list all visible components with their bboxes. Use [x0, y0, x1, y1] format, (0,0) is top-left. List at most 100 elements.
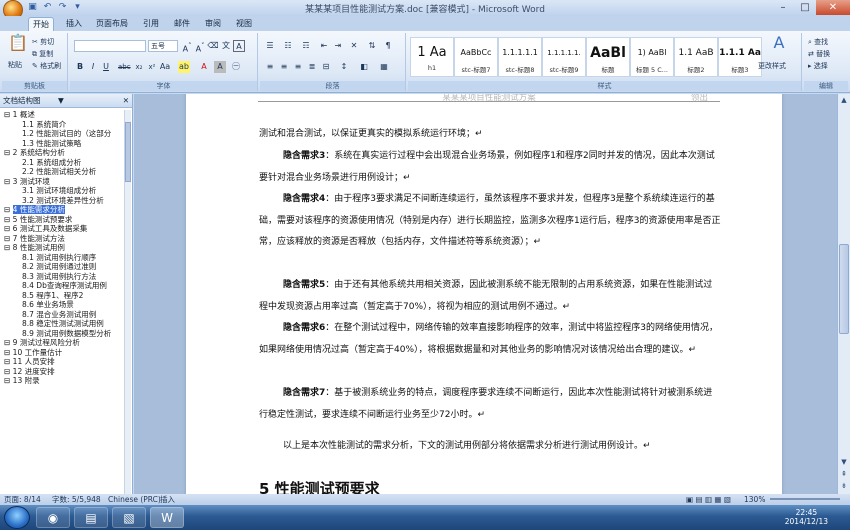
docmap-item[interactable]: ⊟ 6 测试工具及数据采集	[0, 224, 124, 234]
collapse-icon[interactable]: ⊟	[4, 357, 13, 366]
docmap-item[interactable]: 8.9 测试用例数据模型分析	[0, 329, 124, 339]
view-buttons[interactable]: ▣ ▤ ▥ ▦ ▧	[686, 494, 731, 505]
italic-icon[interactable]: I	[87, 61, 99, 73]
tab-mailings[interactable]: 邮件	[170, 17, 194, 31]
docmap-item[interactable]: 8.3 测试用例执行方法	[0, 272, 124, 282]
word-count[interactable]: 字数: 5/5,948	[52, 494, 101, 505]
enclose-char-icon[interactable]: ㊀	[230, 61, 242, 73]
char-shading-icon[interactable]: A	[214, 61, 226, 73]
collapse-icon[interactable]: ⊟	[4, 110, 13, 119]
align-left-icon[interactable]: ≡	[264, 61, 276, 73]
sort-icon[interactable]: ⇅	[366, 40, 378, 52]
format-painter-button[interactable]: ✎ 格式刷	[32, 61, 61, 71]
superscript-icon[interactable]: x²	[146, 61, 158, 73]
change-styles-icon[interactable]: A	[764, 35, 794, 59]
next-page-icon[interactable]: ⇟	[838, 480, 850, 492]
style-stc8[interactable]: 1.1.1.1.1 stc-标题8	[498, 37, 542, 77]
style-heading2[interactable]: 1.1 AaB 标题2	[674, 37, 718, 77]
tab-review[interactable]: 审阅	[201, 17, 225, 31]
select-button[interactable]: ▸ 选择	[808, 61, 828, 71]
chevron-down-icon[interactable]: ▼	[58, 94, 64, 108]
style-stc9[interactable]: 1.1.1.1.1. stc-标题9	[542, 37, 586, 77]
subscript-icon[interactable]: x₂	[133, 61, 145, 73]
docmap-item[interactable]: ⊟ 2 系统结构分析	[0, 148, 124, 158]
style-heading3[interactable]: 1.1.1 Aa 标题3	[718, 37, 762, 77]
docmap-item[interactable]: 8.7 混合业务测试用例	[0, 310, 124, 320]
chrome-taskbar-icon[interactable]: ◉	[36, 507, 70, 528]
close-button[interactable]: ✕	[816, 0, 850, 15]
shrink-font-icon[interactable]: A˅	[194, 40, 206, 54]
clear-format-icon[interactable]: ⌫	[207, 40, 219, 52]
close-icon[interactable]: ✕	[123, 94, 129, 108]
word-taskbar-icon[interactable]: W	[150, 507, 184, 528]
section-heading[interactable]: 5 性能测试预要求	[259, 478, 380, 494]
docmap-item[interactable]: ⊟ 3 测试环境	[0, 177, 124, 187]
increase-indent-icon[interactable]: ⇥	[332, 40, 344, 52]
paragraph[interactable]: 隐含需求4：由于程序3要求满足不间断连续运行，虽然该程序不要求并发，但程序3是整…	[259, 189, 721, 254]
style-h1[interactable]: 1 Aa h1	[410, 37, 454, 77]
docmap-item[interactable]: ⊟ 9 测试过程风险分析	[0, 338, 124, 348]
show-marks-icon[interactable]: ¶	[382, 40, 394, 52]
docmap-item[interactable]: ⊟ 4 性能需求分析	[0, 205, 124, 215]
docmap-item[interactable]: ⊟ 7 性能测试方法	[0, 234, 124, 244]
docmap-item[interactable]: 8.5 程序1、程序2	[0, 291, 124, 301]
paragraph[interactable]: 以上是本次性能测试的需求分析，下文的测试用例部分将依据需求分析进行测试用例设计。…	[259, 436, 721, 458]
collapse-icon[interactable]: ⊟	[4, 243, 13, 252]
explorer-taskbar-icon[interactable]: ▤	[74, 507, 108, 528]
docmap-item[interactable]: 3.1 测试环境组成分析	[0, 186, 124, 196]
docmap-item[interactable]: 8.2 测试用例通过准则	[0, 262, 124, 272]
justify-icon[interactable]: ≣	[306, 61, 318, 73]
phonetic-guide-icon[interactable]: 文	[220, 40, 232, 52]
tab-home[interactable]: 开始	[28, 17, 54, 31]
docmap-item[interactable]: 1.2 性能测试目的（这部分	[0, 129, 124, 139]
docmap-item[interactable]: 1.3 性能测试策略	[0, 139, 124, 149]
docmap-item[interactable]: 1.1 系统简介	[0, 120, 124, 130]
start-button[interactable]	[4, 506, 30, 529]
zoom-slider[interactable]	[770, 498, 840, 500]
collapse-icon[interactable]: ⊟	[4, 177, 13, 186]
change-case-icon[interactable]: Aa	[159, 61, 171, 73]
tab-insert[interactable]: 插入	[62, 17, 86, 31]
shading-icon[interactable]: ◧	[358, 61, 370, 73]
insert-mode[interactable]: 插入	[160, 494, 175, 505]
paste-icon[interactable]: 📋	[8, 35, 28, 57]
docmap-item[interactable]: 2.1 系统组成分析	[0, 158, 124, 168]
docmap-item[interactable]: ⊟ 1 概述	[0, 110, 124, 120]
numbering-icon[interactable]: ☷	[282, 40, 294, 52]
decrease-indent-icon[interactable]: ⇤	[318, 40, 330, 52]
collapse-icon[interactable]: ⊟	[4, 376, 13, 385]
system-clock[interactable]: 22:45 2014/12/13	[785, 508, 828, 526]
paragraph[interactable]: 隐含需求5：由于还有其他系统共用相关资源，因此被测系统不能无限制的占用系统资源，…	[259, 275, 721, 318]
zoom-level[interactable]: 130%	[744, 494, 765, 505]
change-styles-button[interactable]: 更改样式	[758, 61, 786, 71]
paragraph[interactable]: 隐含需求6：在整个测试过程中，网络传输的效率直接影响程序的效率，测试中将监控程序…	[259, 318, 721, 361]
collapse-icon[interactable]: ⊟	[4, 234, 13, 243]
tab-page-layout[interactable]: 页面布局	[92, 17, 132, 31]
bold-icon[interactable]: B	[74, 61, 86, 73]
powerpoint-taskbar-icon[interactable]: ▧	[112, 507, 146, 528]
scroll-thumb[interactable]	[125, 122, 131, 182]
docmap-item[interactable]: 2.2 性能测试相关分析	[0, 167, 124, 177]
cut-button[interactable]: ✂ 剪切	[32, 37, 54, 47]
distribute-icon[interactable]: ⊟	[320, 61, 332, 73]
maximize-button[interactable]: □	[794, 0, 816, 15]
paste-button[interactable]: 粘贴	[8, 60, 22, 70]
paragraph[interactable]: 隐含需求3：系统在真实运行过程中会出现混合业务场景，例如程序1和程序2同时并发的…	[259, 146, 721, 189]
borders-icon[interactable]: ▦	[378, 61, 390, 73]
document-map-scrollbar[interactable]	[124, 110, 131, 494]
collapse-icon[interactable]: ⊟	[4, 148, 13, 157]
prev-page-icon[interactable]: ⇞	[838, 468, 850, 480]
document-page[interactable]: 某某某项目性能测试方案 领出 测试和混合测试，以保证更真实的模拟系统运行环境；↵…	[186, 94, 782, 494]
style-heading5[interactable]: 1) AaBl 标题 5 C...	[630, 37, 674, 77]
highlight-icon[interactable]: ab	[178, 61, 190, 73]
minimize-button[interactable]: –	[772, 0, 794, 15]
collapse-icon[interactable]: ⊟	[4, 367, 13, 376]
collapse-icon[interactable]: ⊟	[4, 348, 13, 357]
collapse-icon[interactable]: ⊟	[4, 205, 13, 214]
font-name-combo[interactable]	[74, 40, 146, 52]
paragraph[interactable]: 测试和混合测试，以保证更真实的模拟系统运行环境；↵	[259, 124, 721, 146]
collapse-icon[interactable]: ⊟	[4, 224, 13, 233]
strikethrough-icon[interactable]: abc	[118, 61, 131, 73]
char-border-icon[interactable]: A	[233, 40, 245, 52]
style-title[interactable]: AaBl 标题	[586, 37, 630, 77]
